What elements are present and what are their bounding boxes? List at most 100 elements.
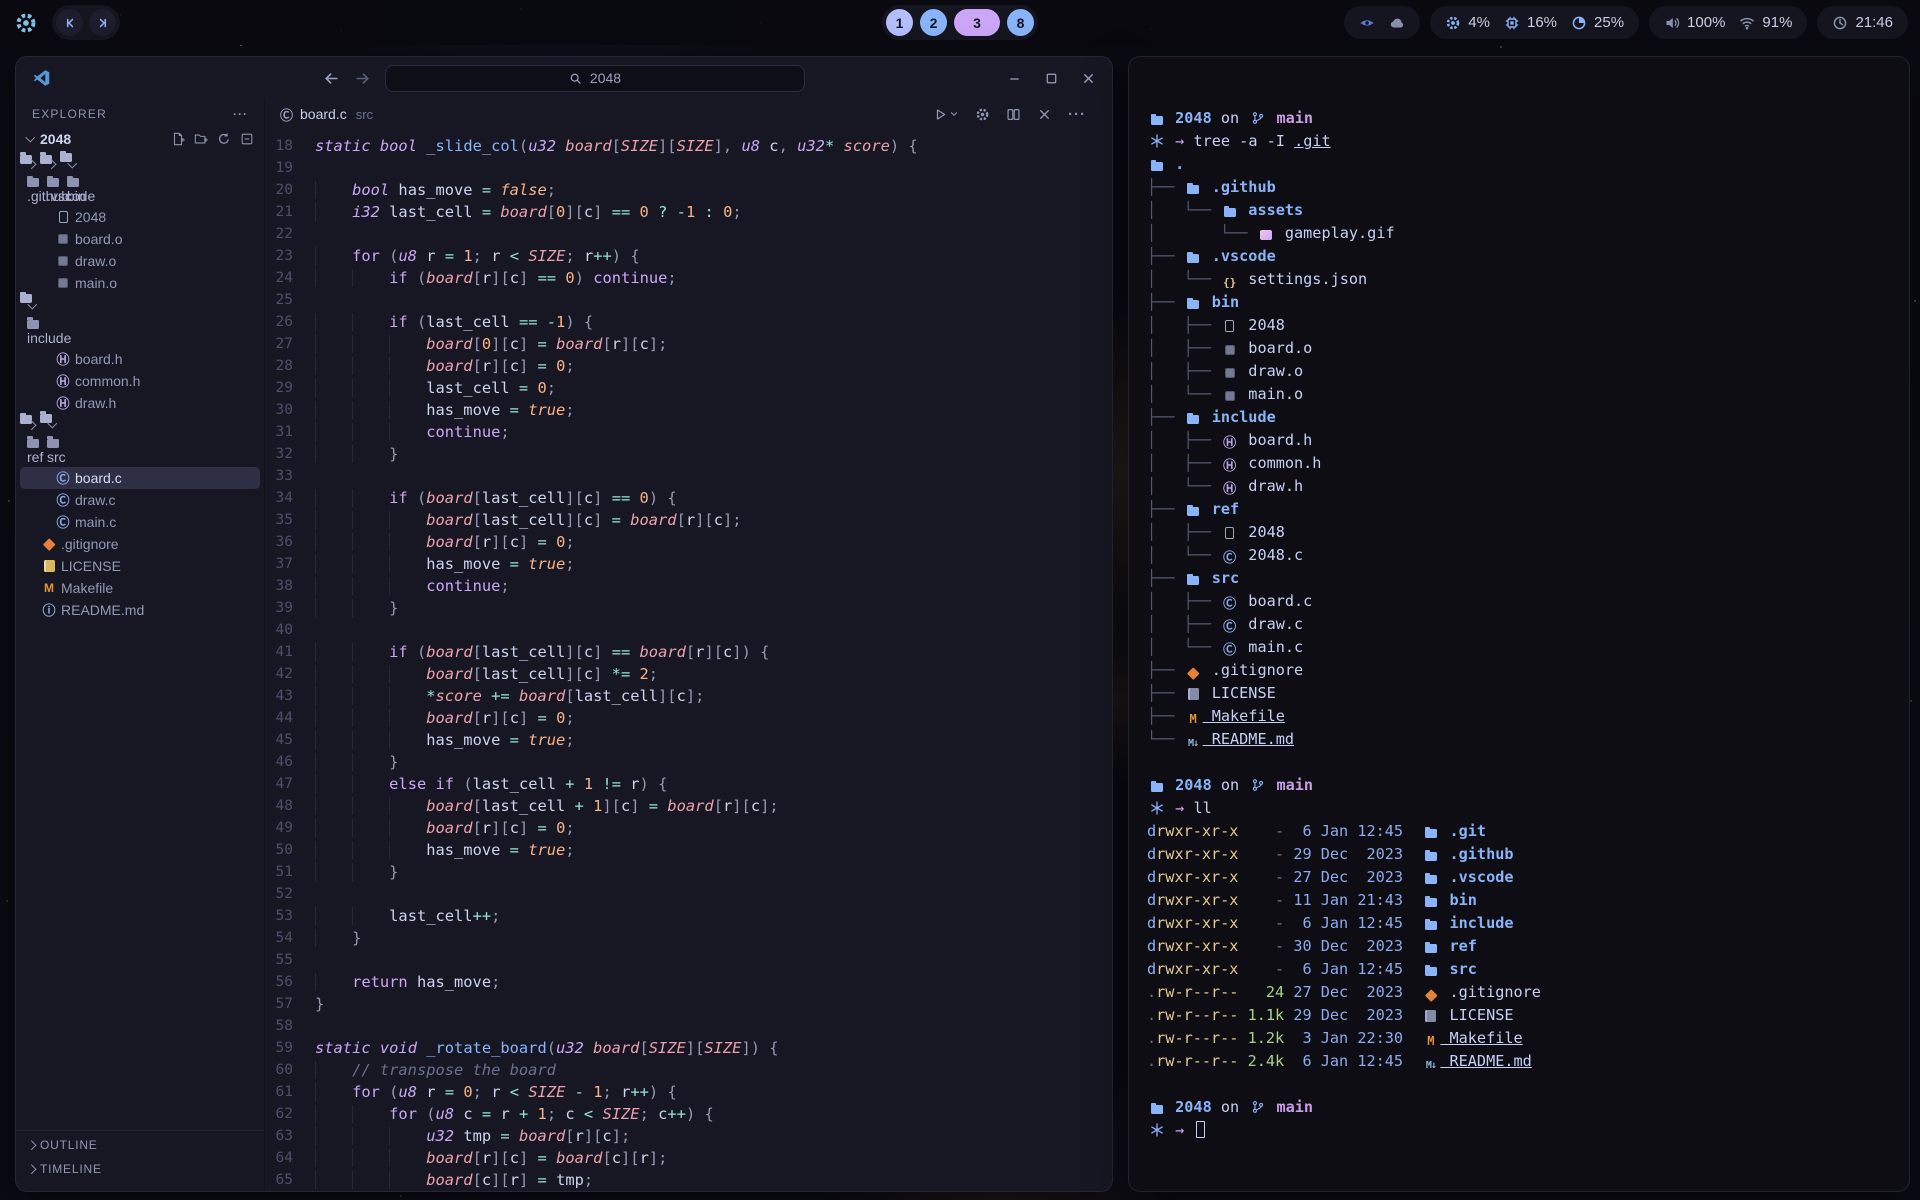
code-line[interactable]: 43 *score += board[last_cell][c]; [265,685,1112,707]
explorer-item-board.o[interactable]: board.o [20,228,260,250]
command-search-box[interactable]: 2048 [385,65,805,92]
code-line[interactable]: 65 board[c][r] = tmp; [265,1169,1112,1191]
explorer-item-draw.o[interactable]: draw.o [20,250,260,272]
explorer-item-main.o[interactable]: main.o [20,272,260,294]
code-line[interactable]: 37 has_move = true; [265,553,1112,575]
audio-network-widget[interactable]: 100% 91% [1649,6,1807,39]
explorer-item-README.md[interactable]: ⓘREADME.md [20,599,260,621]
maximize-button[interactable] [1044,71,1059,86]
code-line[interactable]: 61 for (u8 r = 0; r < SIZE - 1; r++) { [265,1081,1112,1103]
code-line[interactable]: 38 continue; [265,575,1112,597]
explorer-item-include[interactable]: include [20,294,32,303]
close-button[interactable] [1081,71,1096,86]
explorer-item-.gitignore[interactable]: .gitignore [20,533,260,555]
code-line[interactable]: 59static void _rotate_board(u32 board[SI… [265,1037,1112,1059]
code-line[interactable]: 29 last_cell = 0; [265,377,1112,399]
explorer-item-bin[interactable]: bin [60,153,72,162]
explorer-item-ref[interactable]: ref [20,415,32,424]
code-line[interactable]: 62 for (u8 c = r + 1; c < SIZE; c++) { [265,1103,1112,1125]
code-line[interactable]: 54 } [265,927,1112,949]
code-line[interactable]: 41 if (board[last_cell][c] == board[r][c… [265,641,1112,663]
system-stats-widget[interactable]: 4% 16% 25% [1430,6,1639,39]
code-line[interactable]: 47 else if (last_cell + 1 != r) { [265,773,1112,795]
code-line[interactable]: 63 u32 tmp = board[r][c]; [265,1125,1112,1147]
explorer-item-board.c[interactable]: Ⓒboard.c [20,467,260,489]
clock-widget[interactable]: 21:46 [1817,6,1908,39]
skip-back-button[interactable] [56,9,83,36]
explorer-item-src[interactable]: src [40,414,52,423]
timeline-section[interactable]: TIMELINE [16,1157,264,1181]
new-folder-button[interactable] [194,132,208,146]
explorer-item-Makefile[interactable]: MMakefile [20,577,260,599]
explorer-item-draw.h[interactable]: Ⓗdraw.h [20,392,260,414]
code-line[interactable]: 39 } [265,597,1112,619]
code-line[interactable]: 35 board[last_cell][c] = board[r][c]; [265,509,1112,531]
code-editor[interactable]: 18static bool _slide_col(u32 board[SIZE]… [265,129,1112,1191]
explorer-item-board.h[interactable]: Ⓗboard.h [20,348,260,370]
skip-forward-button[interactable] [89,9,116,36]
workspace-8[interactable]: 8 [1007,9,1034,36]
nav-forward-icon[interactable] [354,70,371,87]
workspace-3-active[interactable]: 3 [954,9,1000,36]
code-line[interactable]: 53 last_cell++; [265,905,1112,927]
refresh-button[interactable] [217,132,231,146]
explorer-item-draw.c[interactable]: Ⓒdraw.c [20,489,260,511]
collapse-folders-button[interactable] [240,132,254,146]
code-line[interactable]: 58 [265,1015,1112,1037]
code-line[interactable]: 52 [265,883,1112,905]
explorer-item-LICENSE[interactable]: LICENSE [20,555,260,577]
code-line[interactable]: 51 } [265,861,1112,883]
terminal-window[interactable]: 2048 on main → tree -a -I .git .├── .git… [1128,56,1910,1192]
explorer-item-2048[interactable]: 2048 [20,206,260,228]
code-line[interactable]: 27 board[0][c] = board[r][c]; [265,333,1112,355]
vscode-titlebar[interactable]: 2048 [16,57,1112,99]
nav-back-icon[interactable] [323,70,340,87]
code-line[interactable]: 56 return has_move; [265,971,1112,993]
workspace-2[interactable]: 2 [920,9,947,36]
code-line[interactable]: 26 if (last_cell == -1) { [265,311,1112,333]
code-line[interactable]: 21 i32 last_cell = board[0][c] == 0 ? -1… [265,201,1112,223]
tab-filename[interactable]: board.c [300,106,347,122]
explorer-item-.vscode[interactable]: .vscode [40,155,52,164]
outline-section[interactable]: OUTLINE [16,1133,264,1157]
settings-button[interactable] [975,107,990,122]
explorer-item-.github[interactable]: .github [20,155,32,164]
code-line[interactable]: 55 [265,949,1112,971]
code-line[interactable]: 33 [265,465,1112,487]
code-line[interactable]: 46 } [265,751,1112,773]
more-actions-icon[interactable]: ··· [1068,106,1086,123]
code-line[interactable]: 30 has_move = true; [265,399,1112,421]
code-line[interactable]: 32 } [265,443,1112,465]
code-line[interactable]: 34 if (board[last_cell][c] == 0) { [265,487,1112,509]
code-line[interactable]: 40 [265,619,1112,641]
explorer-more-icon[interactable]: ··· [233,107,248,121]
code-line[interactable]: 57} [265,993,1112,1015]
new-file-button[interactable] [171,132,185,146]
explorer-item-common.h[interactable]: Ⓗcommon.h [20,370,260,392]
code-line[interactable]: 22 [265,223,1112,245]
code-line[interactable]: 25 [265,289,1112,311]
code-line[interactable]: 49 board[r][c] = 0; [265,817,1112,839]
code-line[interactable]: 36 board[r][c] = 0; [265,531,1112,553]
code-line[interactable]: 50 has_move = true; [265,839,1112,861]
code-line[interactable]: 44 board[r][c] = 0; [265,707,1112,729]
explorer-root-folder[interactable]: 2048 [16,127,264,151]
code-line[interactable]: 18static bool _slide_col(u32 board[SIZE]… [265,135,1112,157]
code-line[interactable]: 42 board[last_cell][c] *= 2; [265,663,1112,685]
code-line[interactable]: 64 board[r][c] = board[c][r]; [265,1147,1112,1169]
close-editor-button[interactable] [1037,107,1052,122]
terminal-cursor[interactable] [1196,1121,1205,1138]
split-editor-button[interactable] [1006,107,1021,122]
minimize-button[interactable] [1007,71,1022,86]
code-line[interactable]: 28 board[r][c] = 0; [265,355,1112,377]
code-line[interactable]: 23 for (u8 r = 1; r < SIZE; r++) { [265,245,1112,267]
code-line[interactable]: 48 board[last_cell + 1][c] = board[r][c]… [265,795,1112,817]
code-line[interactable]: 20 bool has_move = false; [265,179,1112,201]
code-line[interactable]: 60 // transpose the board [265,1059,1112,1081]
code-line[interactable]: 45 has_move = true; [265,729,1112,751]
weather-widget[interactable] [1344,6,1420,39]
workspace-1[interactable]: 1 [886,9,913,36]
explorer-item-main.c[interactable]: Ⓒmain.c [20,511,260,533]
run-button[interactable] [933,107,959,122]
code-line[interactable]: 24 if (board[r][c] == 0) continue; [265,267,1112,289]
